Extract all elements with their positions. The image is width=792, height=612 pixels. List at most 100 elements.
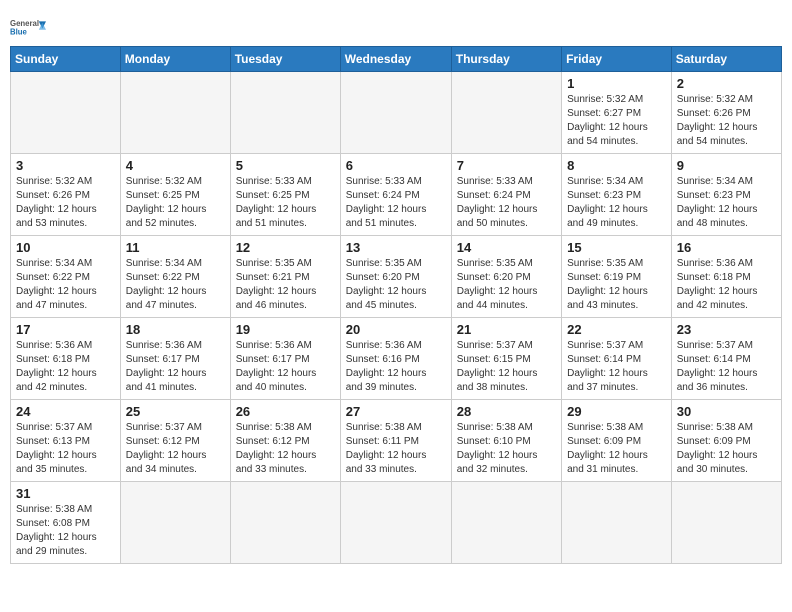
day-info: Sunrise: 5:34 AM Sunset: 6:22 PM Dayligh… [16, 257, 115, 313]
calendar-cell: 12 Sunrise: 5:35 AM Sunset: 6:21 PM Dayli… [230, 236, 340, 318]
col-header-monday: Monday [120, 47, 230, 72]
day-info: Sunrise: 5:36 AM Sunset: 6:17 PM Dayligh… [126, 339, 225, 395]
calendar-cell: 9Sunrise: 5:34 AM Sunset: 6:23 PM Daylig… [671, 154, 781, 236]
calendar-cell: 13Sunrise: 5:35 AM Sunset: 6:20 PM Dayli… [340, 236, 451, 318]
calendar-cell: 25Sunrise: 5:37 AM Sunset: 6:12 PM Dayli… [120, 400, 230, 482]
day-number: 12 [236, 240, 335, 255]
col-header-tuesday: Tuesday [230, 47, 340, 72]
day-number: 31 [16, 486, 115, 501]
calendar-cell [562, 482, 672, 564]
day-info: Sunrise: 5:33 AM Sunset: 6:24 PM Dayligh… [346, 175, 446, 231]
calendar-cell: 18 Sunrise: 5:36 AM Sunset: 6:17 PM Dayli… [120, 318, 230, 400]
calendar-cell: 8Sunrise: 5:34 AM Sunset: 6:23 PM Daylig… [562, 154, 672, 236]
calendar-cell [120, 72, 230, 154]
day-info: Sunrise: 5:33 AM Sunset: 6:24 PM Dayligh… [457, 175, 556, 231]
calendar-cell: 2Sunrise: 5:32 AM Sunset: 6:26 PM Daylig… [671, 72, 781, 154]
calendar-cell: 16 Sunrise: 5:36 AM Sunset: 6:18 PM Dayli… [671, 236, 781, 318]
day-info: Sunrise: 5:35 AM Sunset: 6:21 PM Dayligh… [236, 257, 335, 313]
col-header-wednesday: Wednesday [340, 47, 451, 72]
calendar-cell: 7 Sunrise: 5:33 AM Sunset: 6:24 PM Daylig… [451, 154, 561, 236]
calendar-cell: 23Sunrise: 5:37 AM Sunset: 6:14 PM Dayli… [671, 318, 781, 400]
day-info: Sunrise: 5:36 AM Sunset: 6:17 PM Dayligh… [236, 339, 335, 395]
week-row-6: 31 Sunrise: 5:38 AM Sunset: 6:08 PM Dayli… [11, 482, 782, 564]
day-number: 10 [16, 240, 115, 255]
calendar-cell: 15 Sunrise: 5:35 AM Sunset: 6:19 PM Dayli… [562, 236, 672, 318]
week-row-1: 1 Sunrise: 5:32 AM Sunset: 6:27 PM Daylig… [11, 72, 782, 154]
day-number: 5 [236, 158, 335, 173]
day-info: Sunrise: 5:36 AM Sunset: 6:18 PM Dayligh… [677, 257, 776, 313]
day-number: 15 [567, 240, 666, 255]
calendar-cell: 14Sunrise: 5:35 AM Sunset: 6:20 PM Dayli… [451, 236, 561, 318]
calendar-cell [451, 72, 561, 154]
day-info: Sunrise: 5:36 AM Sunset: 6:18 PM Dayligh… [16, 339, 115, 395]
day-number: 17 [16, 322, 115, 337]
calendar-cell [671, 482, 781, 564]
week-row-4: 17 Sunrise: 5:36 AM Sunset: 6:18 PM Dayli… [11, 318, 782, 400]
day-number: 1 [567, 76, 666, 91]
calendar-cell: 26Sunrise: 5:38 AM Sunset: 6:12 PM Dayli… [230, 400, 340, 482]
calendar-cell [340, 482, 451, 564]
day-number: 4 [126, 158, 225, 173]
calendar-cell: 4 Sunrise: 5:32 AM Sunset: 6:25 PM Daylig… [120, 154, 230, 236]
calendar-cell: 19Sunrise: 5:36 AM Sunset: 6:17 PM Dayli… [230, 318, 340, 400]
day-info: Sunrise: 5:38 AM Sunset: 6:10 PM Dayligh… [457, 421, 556, 477]
day-info: Sunrise: 5:32 AM Sunset: 6:25 PM Dayligh… [126, 175, 225, 231]
calendar-cell: 6 Sunrise: 5:33 AM Sunset: 6:24 PM Daylig… [340, 154, 451, 236]
day-number: 18 [126, 322, 225, 337]
calendar-cell: 11Sunrise: 5:34 AM Sunset: 6:22 PM Dayli… [120, 236, 230, 318]
logo: General Blue [10, 10, 46, 42]
day-number: 3 [16, 158, 115, 173]
day-info: Sunrise: 5:38 AM Sunset: 6:08 PM Dayligh… [16, 503, 115, 559]
day-info: Sunrise: 5:38 AM Sunset: 6:09 PM Dayligh… [567, 421, 666, 477]
day-info: Sunrise: 5:34 AM Sunset: 6:22 PM Dayligh… [126, 257, 225, 313]
calendar-cell: 3 Sunrise: 5:32 AM Sunset: 6:26 PM Daylig… [11, 154, 121, 236]
day-info: Sunrise: 5:37 AM Sunset: 6:13 PM Dayligh… [16, 421, 115, 477]
day-info: Sunrise: 5:34 AM Sunset: 6:23 PM Dayligh… [677, 175, 776, 231]
day-number: 16 [677, 240, 776, 255]
day-number: 29 [567, 404, 666, 419]
col-header-saturday: Saturday [671, 47, 781, 72]
col-header-thursday: Thursday [451, 47, 561, 72]
day-info: Sunrise: 5:34 AM Sunset: 6:23 PM Dayligh… [567, 175, 666, 231]
calendar-cell [340, 72, 451, 154]
day-info: Sunrise: 5:35 AM Sunset: 6:19 PM Dayligh… [567, 257, 666, 313]
day-info: Sunrise: 5:33 AM Sunset: 6:25 PM Dayligh… [236, 175, 335, 231]
day-info: Sunrise: 5:37 AM Sunset: 6:14 PM Dayligh… [567, 339, 666, 395]
day-number: 7 [457, 158, 556, 173]
day-number: 26 [236, 404, 335, 419]
col-header-friday: Friday [562, 47, 672, 72]
day-info: Sunrise: 5:37 AM Sunset: 6:12 PM Dayligh… [126, 421, 225, 477]
day-number: 14 [457, 240, 556, 255]
calendar-cell: 21Sunrise: 5:37 AM Sunset: 6:15 PM Dayli… [451, 318, 561, 400]
day-number: 30 [677, 404, 776, 419]
week-row-5: 24 Sunrise: 5:37 AM Sunset: 6:13 PM Dayli… [11, 400, 782, 482]
svg-text:Blue: Blue [10, 28, 28, 37]
calendar-table: SundayMondayTuesdayWednesdayThursdayFrid… [10, 46, 782, 564]
day-info: Sunrise: 5:38 AM Sunset: 6:11 PM Dayligh… [346, 421, 446, 477]
week-row-2: 3 Sunrise: 5:32 AM Sunset: 6:26 PM Daylig… [11, 154, 782, 236]
calendar-cell: 29 Sunrise: 5:38 AM Sunset: 6:09 PM Dayli… [562, 400, 672, 482]
logo-icon: General Blue [10, 16, 46, 40]
day-info: Sunrise: 5:38 AM Sunset: 6:09 PM Dayligh… [677, 421, 776, 477]
calendar-cell [120, 482, 230, 564]
day-info: Sunrise: 5:37 AM Sunset: 6:14 PM Dayligh… [677, 339, 776, 395]
day-info: Sunrise: 5:32 AM Sunset: 6:27 PM Dayligh… [567, 93, 666, 149]
svg-text:General: General [10, 19, 39, 28]
day-number: 24 [16, 404, 115, 419]
day-info: Sunrise: 5:36 AM Sunset: 6:16 PM Dayligh… [346, 339, 446, 395]
page-header: General Blue [10, 10, 782, 42]
calendar-cell: 22 Sunrise: 5:37 AM Sunset: 6:14 PM Dayli… [562, 318, 672, 400]
day-number: 22 [567, 322, 666, 337]
calendar-cell: 17 Sunrise: 5:36 AM Sunset: 6:18 PM Dayli… [11, 318, 121, 400]
calendar-header-row: SundayMondayTuesdayWednesdayThursdayFrid… [11, 47, 782, 72]
calendar-cell [230, 72, 340, 154]
day-info: Sunrise: 5:32 AM Sunset: 6:26 PM Dayligh… [16, 175, 115, 231]
col-header-sunday: Sunday [11, 47, 121, 72]
calendar-cell: 5 Sunrise: 5:33 AM Sunset: 6:25 PM Daylig… [230, 154, 340, 236]
calendar-cell: 24 Sunrise: 5:37 AM Sunset: 6:13 PM Dayli… [11, 400, 121, 482]
day-number: 6 [346, 158, 446, 173]
day-info: Sunrise: 5:35 AM Sunset: 6:20 PM Dayligh… [346, 257, 446, 313]
day-number: 28 [457, 404, 556, 419]
calendar-cell: 30 Sunrise: 5:38 AM Sunset: 6:09 PM Dayli… [671, 400, 781, 482]
day-number: 2 [677, 76, 776, 91]
